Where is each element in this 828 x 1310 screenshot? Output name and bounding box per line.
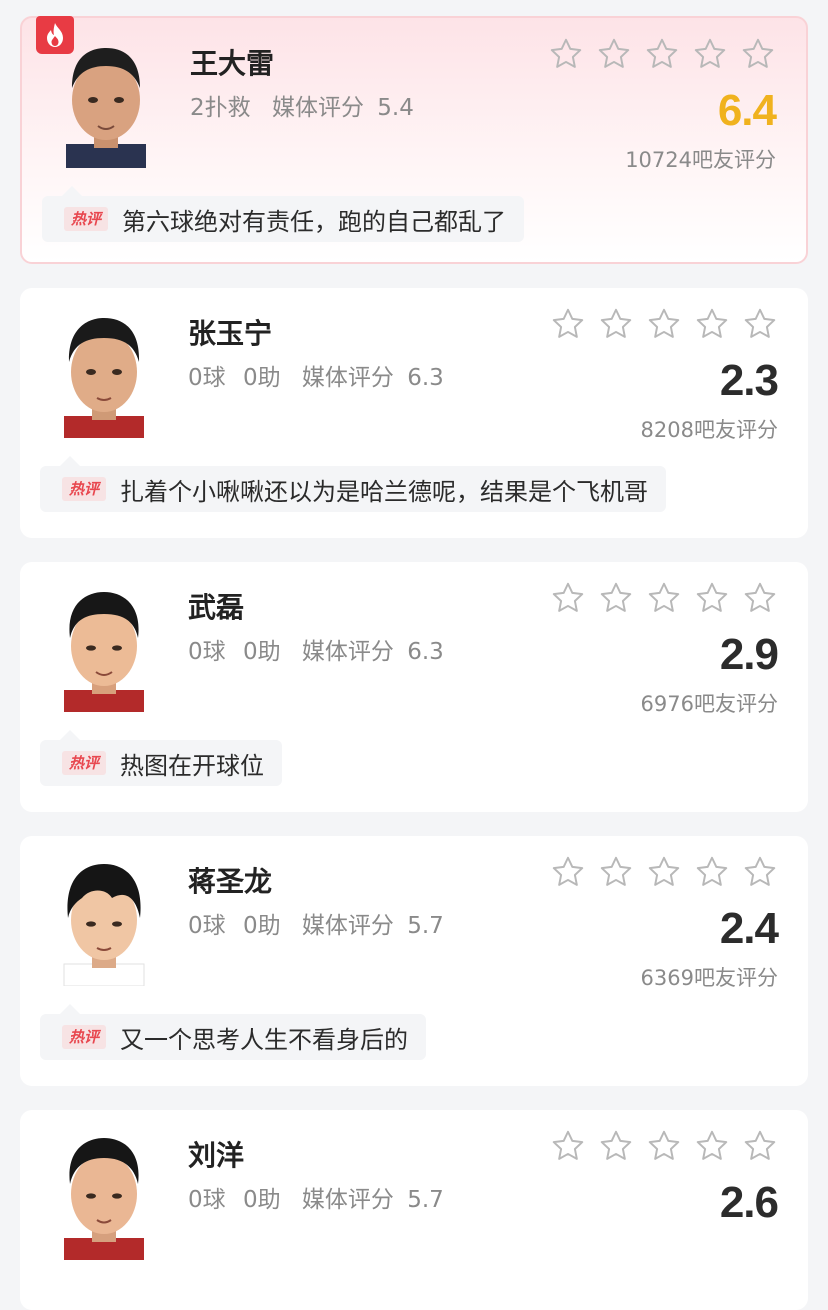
hot-comment-tag: 热评 [62, 1025, 106, 1049]
hot-comment-tag: 热评 [62, 751, 106, 775]
star-rating[interactable] [550, 854, 778, 890]
player-stats: 0球 0助 媒体评分 5.7 [188, 906, 444, 940]
player-card[interactable]: 蒋圣龙 0球 0助 媒体评分 5.7 2.4 6369吧友评分 热评 又一个思考… [20, 836, 808, 1086]
vote-count: 6976 [640, 692, 694, 716]
vote-label: 吧友评分 [694, 418, 778, 442]
player-stats: 0球 0助 媒体评分 5.7 [188, 1180, 444, 1214]
hot-comment-tag: 热评 [62, 477, 106, 501]
media-score-label: 媒体评分 [301, 913, 394, 939]
star-outline-icon[interactable] [596, 36, 632, 72]
vote-label: 吧友评分 [692, 148, 776, 172]
hot-comment-tag: 热评 [64, 207, 108, 231]
player-card[interactable]: 武磊 0球 0助 媒体评分 6.3 2.9 6976吧友评分 热评 热图在开球位 [20, 562, 808, 812]
player-card[interactable]: 刘洋 0球 0助 媒体评分 5.7 2.6 [20, 1110, 808, 1310]
star-outline-icon[interactable] [646, 1128, 682, 1164]
player-stats: 2扑救 媒体评分 5.4 [190, 88, 414, 122]
star-outline-icon[interactable] [694, 580, 730, 616]
stat-goals: 0球 [188, 639, 226, 665]
stat-assists: 0助 [242, 913, 281, 939]
star-outline-icon[interactable] [646, 306, 682, 342]
star-outline-icon[interactable] [598, 1128, 634, 1164]
comment-text: 热图在开球位 [120, 751, 264, 780]
star-outline-icon[interactable] [694, 1128, 730, 1164]
star-outline-icon[interactable] [692, 36, 728, 72]
media-score: 5.4 [377, 95, 414, 121]
fan-votes: 6369吧友评分 [641, 962, 778, 992]
player-name: 武磊 [188, 591, 245, 624]
star-rating[interactable] [550, 306, 778, 342]
star-rating[interactable] [550, 580, 778, 616]
player-stats: 0球 0助 媒体评分 6.3 [188, 358, 444, 392]
hot-comment[interactable]: 热评 扎着个小啾啾还以为是哈兰德呢，结果是个飞机哥 [40, 456, 666, 512]
star-outline-icon[interactable] [550, 580, 586, 616]
media-score-label: 媒体评分 [301, 639, 394, 665]
star-outline-icon[interactable] [598, 854, 634, 890]
avatar [56, 584, 152, 712]
fan-votes: 10724吧友评分 [625, 144, 776, 174]
media-score: 5.7 [407, 1187, 444, 1213]
media-score: 5.7 [407, 913, 444, 939]
comment-text: 又一个思考人生不看身后的 [120, 1025, 408, 1054]
stat-goals: 0球 [188, 1187, 226, 1213]
star-outline-icon[interactable] [742, 1128, 778, 1164]
vote-count: 10724 [625, 148, 692, 172]
star-outline-icon[interactable] [742, 580, 778, 616]
vote-count: 8208 [640, 418, 694, 442]
stat-assists: 0助 [242, 365, 281, 391]
fan-score: 2.4 [719, 904, 779, 953]
star-outline-icon[interactable] [646, 854, 682, 890]
player-stats: 0球 0助 媒体评分 6.3 [188, 632, 444, 666]
player-name: 蒋圣龙 [188, 865, 273, 898]
player-name: 刘洋 [188, 1139, 245, 1172]
vote-label: 吧友评分 [694, 966, 778, 990]
star-outline-icon[interactable] [598, 306, 634, 342]
player-card[interactable]: 张玉宁 0球 0助 媒体评分 6.3 2.3 8208吧友评分 热评 扎着个小啾… [20, 288, 808, 538]
stat-assists: 0助 [242, 639, 281, 665]
star-outline-icon[interactable] [550, 306, 586, 342]
avatar [56, 858, 152, 986]
star-outline-icon[interactable] [644, 36, 680, 72]
stat-saves: 2扑救 [190, 95, 251, 121]
avatar [56, 310, 152, 438]
avatar [56, 1132, 152, 1260]
hot-comment[interactable]: 热评 第六球绝对有责任，跑的自己都乱了 [42, 186, 524, 242]
media-score-label: 媒体评分 [301, 1187, 394, 1213]
star-outline-icon[interactable] [742, 854, 778, 890]
comment-text: 扎着个小啾啾还以为是哈兰德呢，结果是个飞机哥 [120, 477, 648, 506]
star-outline-icon[interactable] [740, 36, 776, 72]
star-outline-icon[interactable] [598, 580, 634, 616]
fan-votes: 8208吧友评分 [641, 414, 778, 444]
fan-score: 2.6 [719, 1178, 779, 1227]
fan-score: 2.3 [719, 356, 779, 405]
vote-count: 6369 [640, 966, 694, 990]
star-outline-icon[interactable] [550, 1128, 586, 1164]
fan-score: 2.9 [719, 630, 779, 679]
avatar [58, 40, 154, 168]
hot-comment[interactable]: 热评 热图在开球位 [40, 730, 282, 786]
stat-assists: 0助 [242, 1187, 281, 1213]
media-score-label: 媒体评分 [301, 365, 394, 391]
star-outline-icon[interactable] [694, 854, 730, 890]
media-score-label: 媒体评分 [271, 95, 364, 121]
player-card[interactable]: 王大雷 2扑救 媒体评分 5.4 6.4 10724吧友评分 热评 第六球绝对有… [20, 16, 808, 264]
star-rating[interactable] [550, 1128, 778, 1164]
star-outline-icon[interactable] [646, 580, 682, 616]
stat-goals: 0球 [188, 365, 226, 391]
star-outline-icon[interactable] [694, 306, 730, 342]
fan-score: 6.4 [717, 86, 777, 135]
star-rating[interactable] [548, 36, 776, 72]
media-score: 6.3 [407, 365, 444, 391]
player-name: 王大雷 [190, 47, 275, 80]
stat-goals: 0球 [188, 913, 226, 939]
vote-label: 吧友评分 [694, 692, 778, 716]
media-score: 6.3 [407, 639, 444, 665]
hot-comment[interactable]: 热评 又一个思考人生不看身后的 [40, 1004, 426, 1060]
fan-votes: 6976吧友评分 [641, 688, 778, 718]
comment-text: 第六球绝对有责任，跑的自己都乱了 [122, 207, 506, 236]
star-outline-icon[interactable] [550, 854, 586, 890]
player-name: 张玉宁 [188, 317, 273, 350]
star-outline-icon[interactable] [742, 306, 778, 342]
star-outline-icon[interactable] [548, 36, 584, 72]
